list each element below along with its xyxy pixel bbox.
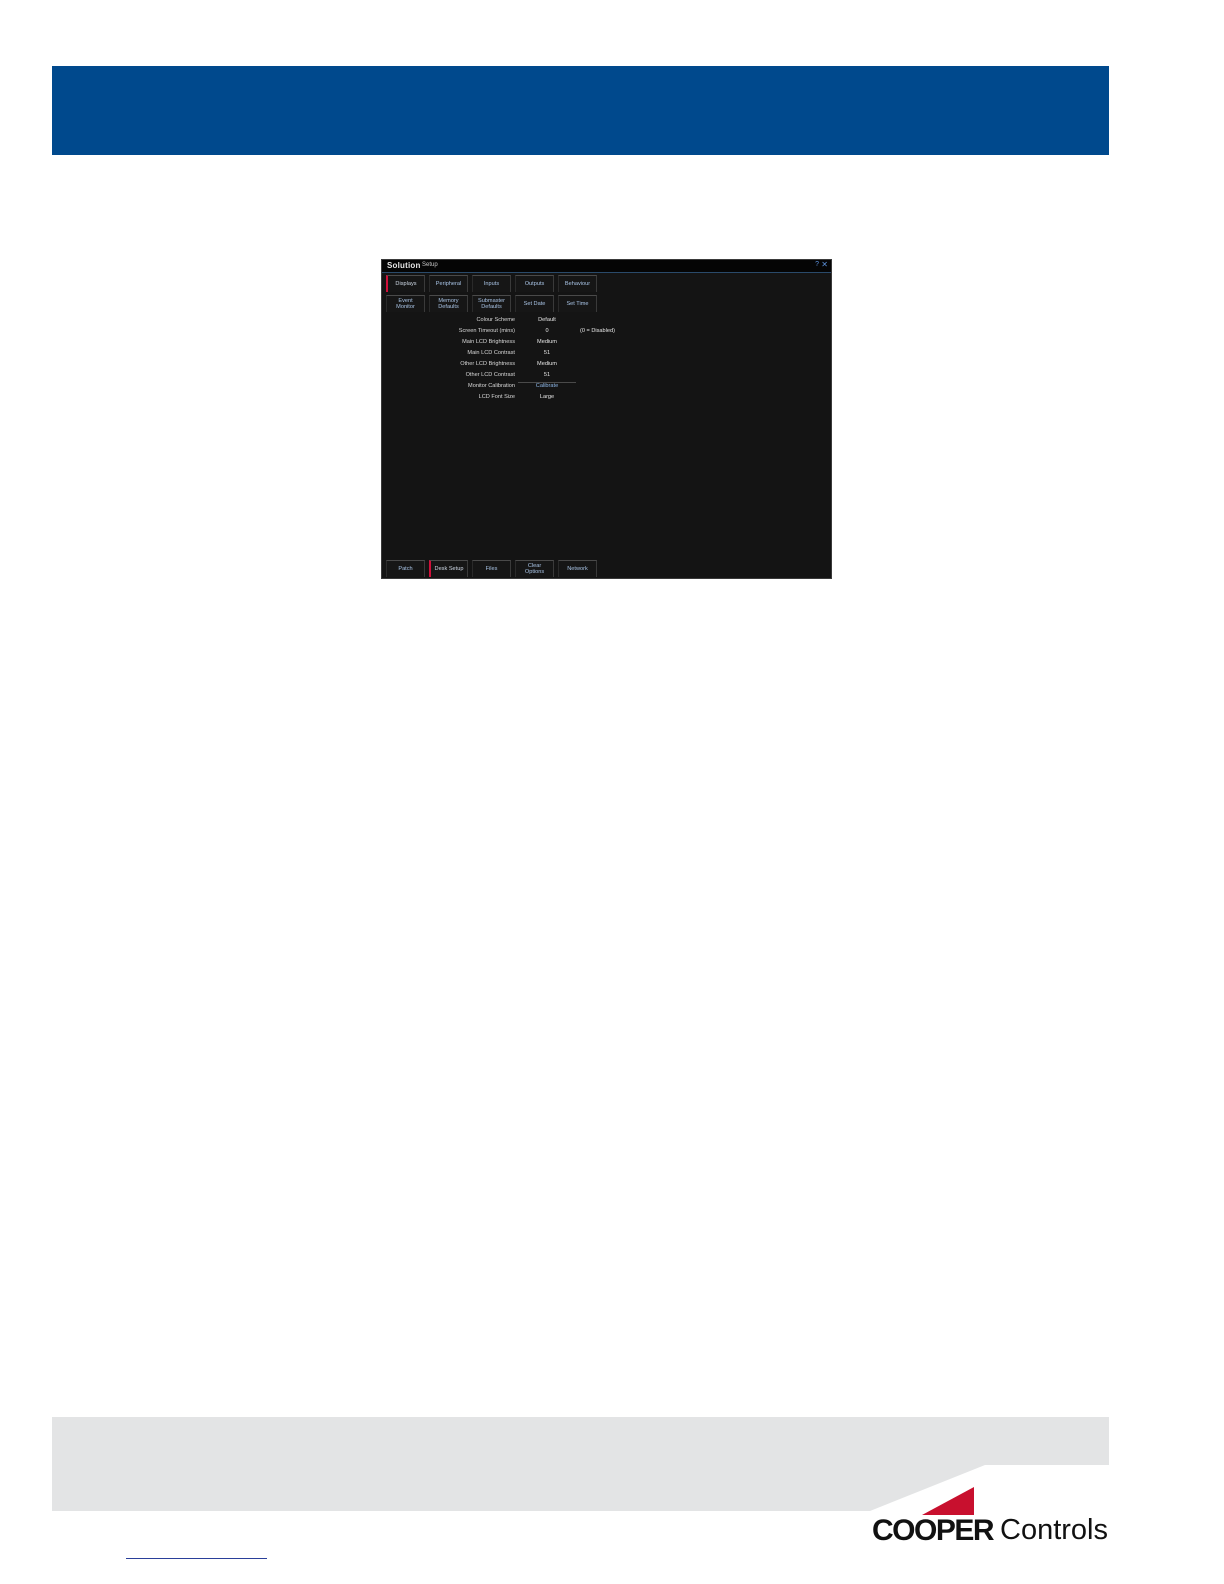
tab-memory-defaults[interactable]: Memory Defaults [429, 295, 468, 312]
setting-value[interactable]: Medium [518, 339, 576, 345]
set-date-button[interactable]: Set Date [515, 295, 554, 312]
setting-label: Colour Scheme [476, 317, 515, 323]
tab-desk-setup[interactable]: Desk Setup [429, 560, 468, 577]
brand-cooper: COOPER [872, 1514, 995, 1547]
tab-event-monitor[interactable]: Event Monitor [386, 295, 425, 312]
tab-network[interactable]: Network [558, 560, 597, 577]
setup-screenshot: Solution Setup ? ✕ Displays Peripheral I… [381, 259, 832, 579]
setting-value[interactable]: Default [518, 317, 576, 323]
setting-value[interactable]: 0 [518, 328, 576, 334]
help-icon[interactable]: ? [815, 261, 819, 268]
tab-behaviour[interactable]: Behaviour [558, 275, 597, 292]
close-icon[interactable]: ✕ [821, 260, 828, 269]
setting-label: LCD Font Size [478, 394, 515, 400]
setting-value[interactable]: 51 [518, 350, 576, 356]
tab-peripheral[interactable]: Peripheral [429, 275, 468, 292]
tab-patch[interactable]: Patch [386, 560, 425, 577]
setting-label: Screen Timeout (mins) [458, 328, 515, 334]
title-bar: Solution Setup ? ✕ [382, 260, 831, 273]
setting-label: Main LCD Brightness [462, 339, 515, 345]
set-time-button[interactable]: Set Time [558, 295, 597, 312]
setting-label: Main LCD Contrast [467, 350, 515, 356]
setting-label: Other LCD Brightness [460, 361, 515, 367]
tab-clear-options[interactable]: Clear Options [515, 560, 554, 577]
tab-outputs[interactable]: Outputs [515, 275, 554, 292]
setting-note: (0 = Disabled) [580, 328, 615, 334]
setting-value[interactable]: Large [518, 394, 576, 400]
tab-displays[interactable]: Displays [386, 275, 425, 292]
calibrate-button[interactable]: Calibrate [518, 382, 576, 389]
footer-link[interactable] [126, 1558, 267, 1559]
window-title: Setup [422, 262, 438, 268]
tab-submaster-defaults[interactable]: Submaster Defaults [472, 295, 511, 312]
setting-label: Other LCD Contrast [465, 372, 515, 378]
brand-controls: Controls [1000, 1514, 1108, 1546]
tab-inputs[interactable]: Inputs [472, 275, 511, 292]
solution-logo: Solution [387, 261, 421, 270]
setting-value[interactable]: 51 [518, 372, 576, 378]
tab-files[interactable]: Files [472, 560, 511, 577]
setting-label: Monitor Calibration [468, 383, 515, 389]
setting-value[interactable]: Medium [518, 361, 576, 367]
header-banner [52, 66, 1109, 155]
